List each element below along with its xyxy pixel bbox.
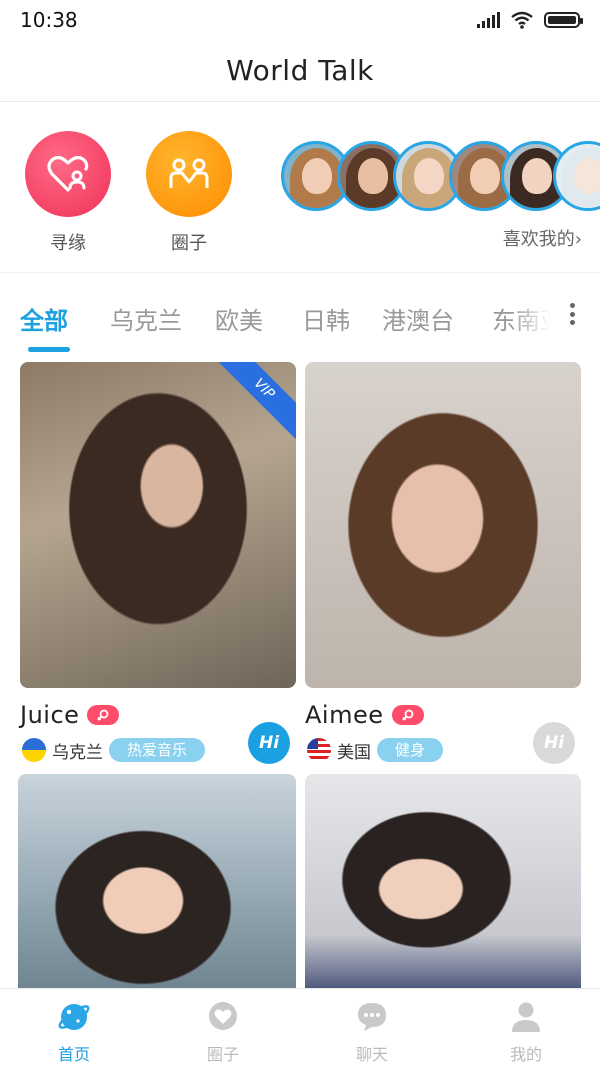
country-label: 美国 <box>337 742 371 763</box>
more-vert-icon[interactable] <box>562 299 582 329</box>
nav-label: 首页 <box>57 1045 90 1064</box>
signal-icon <box>477 12 500 28</box>
female-icon <box>391 705 424 725</box>
chat-bubble-icon <box>354 999 390 1035</box>
active-tab-indicator <box>28 347 70 352</box>
tab-hk-macau-taiwan[interactable]: 港澳台 <box>382 301 454 336</box>
nav-me[interactable]: 我的 <box>486 999 566 1065</box>
interest-tag: 健身 <box>377 738 444 762</box>
say-hi-button[interactable]: Hi <box>248 722 290 764</box>
page-title: World Talk <box>226 54 374 87</box>
profile-card-aimee[interactable]: Aimee 美国 健身 Hi <box>305 362 581 764</box>
liked-me-link[interactable]: 喜欢我的› <box>503 225 582 251</box>
find-match-button[interactable]: 寻缘 <box>25 131 111 255</box>
tabs-scroll: 全部 乌克兰 欧美 日韩 港澳台 东南亚 <box>0 273 550 353</box>
card-name-row: Juice <box>20 700 120 730</box>
circle-button[interactable]: 圈子 <box>146 131 232 255</box>
profile-photo[interactable]: VIP <box>20 362 296 688</box>
ukraine-flag-icon <box>22 738 46 762</box>
wifi-icon <box>511 11 533 29</box>
country-label: 乌克兰 <box>52 742 103 763</box>
tab-all[interactable]: 全部 <box>20 301 68 336</box>
card-name-row: Aimee <box>305 700 424 730</box>
profile-photo[interactable] <box>305 774 581 1004</box>
tab-west[interactable]: 欧美 <box>215 301 263 336</box>
nav-chat[interactable]: 聊天 <box>332 999 412 1065</box>
status-icons <box>477 11 583 29</box>
vip-badge: VIP <box>216 362 296 442</box>
liked-me-label: 喜欢我的 <box>502 229 575 250</box>
card-meta-row: 乌克兰 热爱音乐 <box>22 736 206 764</box>
female-icon <box>87 705 120 725</box>
circle-label: 圈子 <box>171 233 207 254</box>
heart-bubble-icon <box>205 999 241 1035</box>
interest-tag: 热爱音乐 <box>109 738 206 762</box>
profile-name: Juice <box>20 701 80 729</box>
heart-person-icon <box>25 131 111 217</box>
profile-name: Aimee <box>305 701 384 729</box>
tab-japan-korea[interactable]: 日韩 <box>302 301 350 336</box>
profile-card-juice[interactable]: VIP Juice 乌克兰 热爱音乐 Hi <box>20 362 296 764</box>
person-icon <box>508 999 544 1035</box>
chevron-right-icon: › <box>574 229 582 250</box>
app-header: World Talk <box>0 40 600 102</box>
nav-circle[interactable]: 圈子 <box>183 999 263 1065</box>
planet-icon <box>56 999 92 1035</box>
usa-flag-icon <box>307 738 331 762</box>
status-time: 10:38 <box>20 8 78 32</box>
profile-card[interactable] <box>18 774 296 1004</box>
find-match-label: 寻缘 <box>50 233 86 254</box>
profile-photo[interactable] <box>18 774 296 1004</box>
battery-icon <box>544 12 583 28</box>
profile-card[interactable] <box>305 774 581 1004</box>
nav-home[interactable]: 首页 <box>34 999 114 1065</box>
status-bar: 10:38 <box>0 0 600 40</box>
liked-me-avatars[interactable] <box>281 141 600 213</box>
nav-label: 聊天 <box>355 1045 388 1064</box>
quick-actions-row: 寻缘 圈子 喜欢我的› <box>0 103 600 270</box>
group-icon <box>146 131 232 217</box>
nav-label: 我的 <box>509 1045 542 1064</box>
profile-photo[interactable] <box>305 362 581 688</box>
bottom-nav: 首页 圈子 聊天 我的 <box>0 988 600 1067</box>
say-hi-button[interactable]: Hi <box>533 722 575 764</box>
tab-ukraine[interactable]: 乌克兰 <box>110 301 182 336</box>
nav-label: 圈子 <box>206 1045 239 1064</box>
card-meta-row: 美国 健身 <box>307 736 444 764</box>
category-tabs: 全部 乌克兰 欧美 日韩 港澳台 东南亚 <box>0 272 600 352</box>
